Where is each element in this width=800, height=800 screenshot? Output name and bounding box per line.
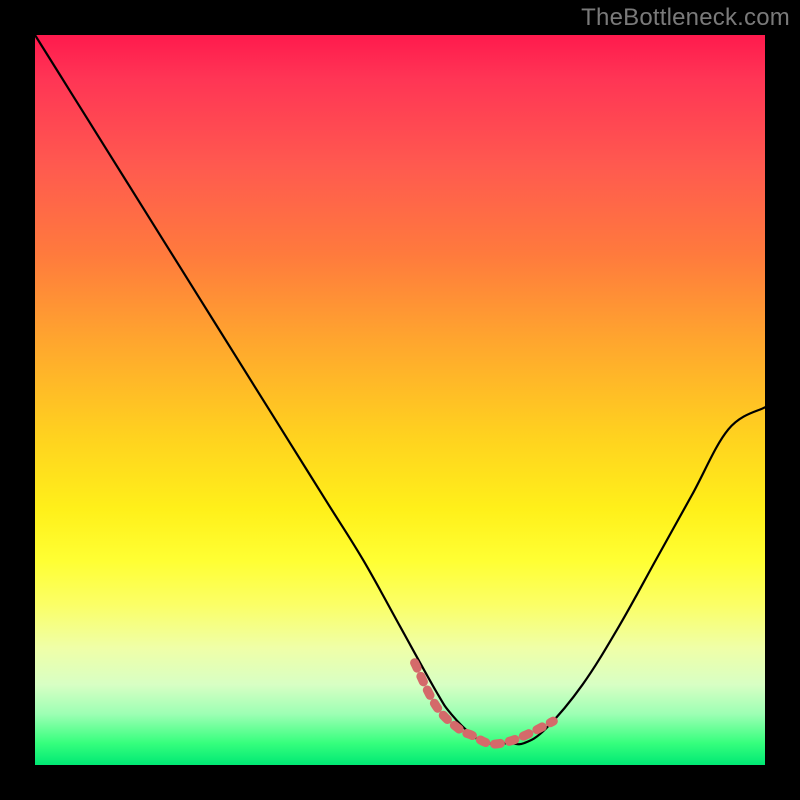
chart-lines [35, 35, 765, 744]
watermark-text: TheBottleneck.com [581, 4, 790, 32]
bottleneck-curve-path [35, 35, 765, 744]
chart-frame: TheBottleneck.com [0, 0, 800, 800]
bottleneck-flat-segment-path [415, 663, 554, 744]
plot-area [35, 35, 765, 765]
chart-svg [35, 35, 765, 765]
